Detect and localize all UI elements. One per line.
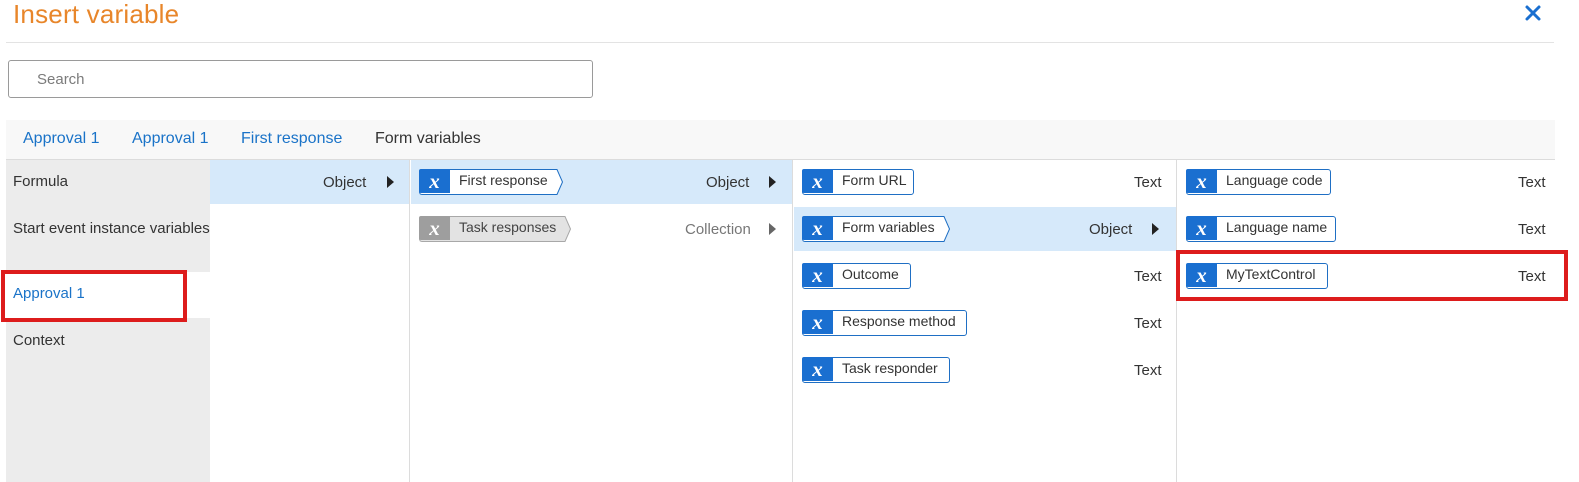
variable-icon: x [802,169,833,193]
breadcrumb: Approval 1 Approval 1 First response For… [6,120,1555,160]
variable-icon: x [1186,169,1217,193]
nav-item-start-event-instance-variables[interactable]: Start event instance variables [6,219,210,239]
list-item[interactable]: x Form variables Object [794,207,1176,251]
close-icon[interactable] [1521,1,1545,25]
variable-icon: x [419,216,450,240]
breadcrumb-current: Form variables [375,130,481,147]
variable-name: Outcome [842,266,899,282]
variable-type: Object [323,174,367,191]
nav-item-formula[interactable]: Formula [6,172,210,192]
variable-icon: x [1186,216,1217,240]
variable-name: MyTextControl [1226,266,1316,282]
variable-icon: x [419,169,450,193]
variable-type: Text [1134,268,1162,285]
chevron-right-icon [1152,223,1159,235]
close-button[interactable] [1521,1,1545,25]
variable-column-3: x Form URL Text x Form variables Object … [794,160,1177,482]
variable-column-1: Object [210,160,410,482]
variable-column-4: x Language code Text x Language name Tex… [1178,160,1556,482]
list-item[interactable]: x Task responder Text [794,348,1176,392]
variable-icon: x [1186,263,1217,287]
chevron-right-icon [769,176,776,188]
breadcrumb-item[interactable]: Approval 1 [132,130,209,148]
variable-icon: x [802,216,833,240]
search-box[interactable] [8,60,593,98]
variable-icon: x [802,310,833,334]
variable-type: Text [1134,174,1162,191]
variable-name: Task responder [842,360,938,376]
variable-icon: x [802,263,833,287]
variable-type: Text [1134,315,1162,332]
list-item[interactable]: x First response Object [411,160,792,204]
variable-name: Language code [1226,172,1323,188]
chevron-right-icon [769,223,776,235]
breadcrumb-item[interactable]: First response [241,130,342,148]
list-item[interactable]: x Task responses Collection [411,207,792,251]
chip-point [563,216,571,242]
nav-item-context[interactable]: Context [6,331,210,351]
list-item[interactable]: x Form URL Text [794,160,1176,204]
variable-type: Text [1518,174,1546,191]
list-item[interactable]: Object [210,160,409,204]
nav-item-approval-1[interactable]: Approval 1 [6,272,210,318]
list-item[interactable]: x Response method Text [794,301,1176,345]
search-input[interactable] [37,61,577,97]
variable-type: Object [1089,221,1133,238]
list-item[interactable]: x Language name Text [1178,207,1556,251]
variable-type: Object [706,174,750,191]
variable-name: First response [459,172,548,188]
variable-type: Collection [685,221,751,238]
chip-point [555,169,563,195]
chip-point [942,216,950,242]
chevron-right-icon [387,176,394,188]
variable-source-nav: Formula Start event instance variables A… [6,160,210,482]
variable-column-2: x First response Object x Task responses… [411,160,793,482]
variable-type: Text [1134,362,1162,379]
dialog-title: Insert variable [13,0,180,29]
variable-name: Form URL [842,172,907,188]
variable-type: Text [1518,268,1546,285]
list-item[interactable]: x MyTextControl Text [1178,254,1556,298]
variable-icon: x [802,357,833,381]
list-item[interactable]: x Language code Text [1178,160,1556,204]
variable-name: Language name [1226,219,1328,235]
breadcrumb-item[interactable]: Approval 1 [23,130,100,148]
variable-name: Task responses [459,219,557,235]
title-divider [6,42,1554,43]
variable-name: Form variables [842,219,935,235]
variable-type: Text [1518,221,1546,238]
list-item[interactable]: x Outcome Text [794,254,1176,298]
variable-name: Response method [842,313,956,329]
